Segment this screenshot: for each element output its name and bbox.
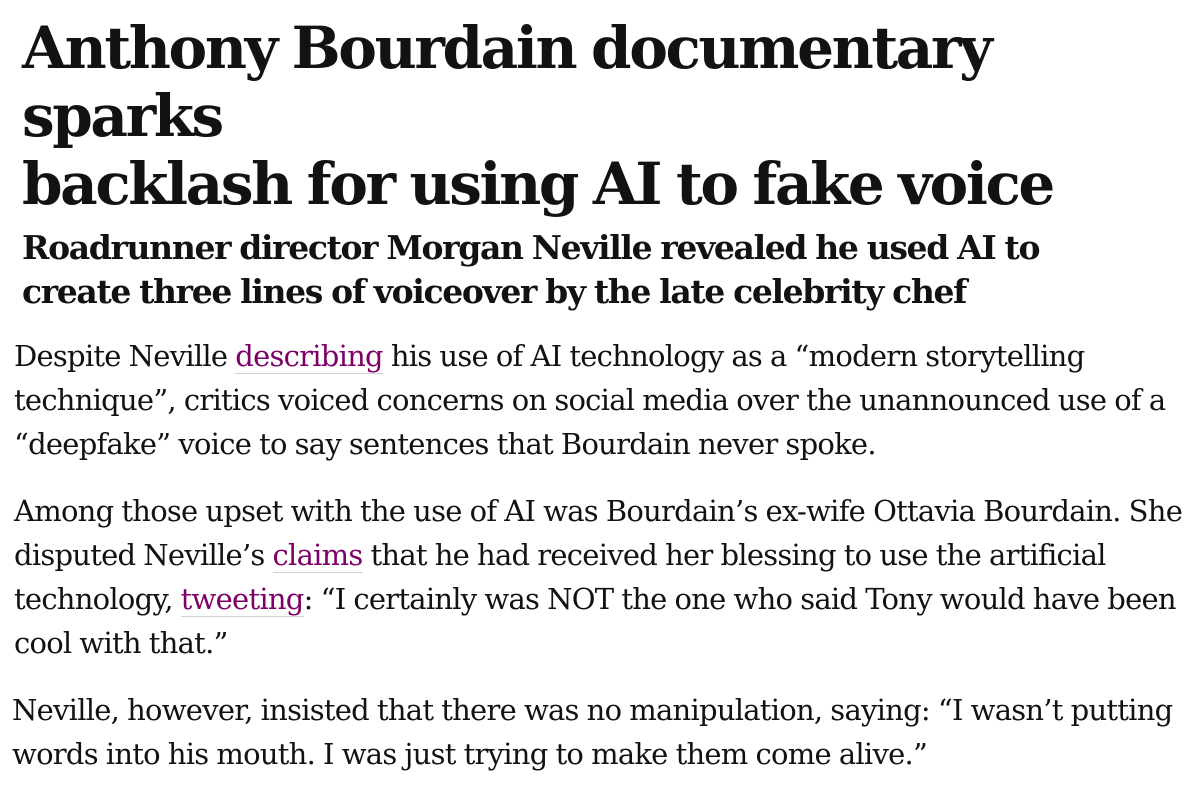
describing-link[interactable]: describing [235,339,384,374]
headline-line-2: backlash for using AI to fake voice [22,150,1055,218]
paragraph-text: Neville, however, insisted that there wa… [12,693,1173,771]
standfirst-line-2: create three lines of voiceover by the l… [22,272,967,311]
claims-link[interactable]: claims [272,538,363,573]
body-paragraph-3: Neville, however, insisted that there wa… [12,688,1182,776]
tweeting-link[interactable]: tweeting [180,582,304,617]
standfirst: Roadrunner director Morgan Neville revea… [22,226,1082,314]
headline-line-1: Anthony Bourdain documentary sparks [22,14,993,150]
body-paragraph-2: Among those upset with the use of AI was… [14,489,1184,665]
body-paragraph-1: Despite Neville describing his use of AI… [14,334,1184,466]
headline: Anthony Bourdain documentary sparks backl… [22,14,1182,218]
paragraph-text: Despite Neville [14,339,236,373]
standfirst-line-1: Roadrunner director Morgan Neville revea… [22,228,1040,267]
